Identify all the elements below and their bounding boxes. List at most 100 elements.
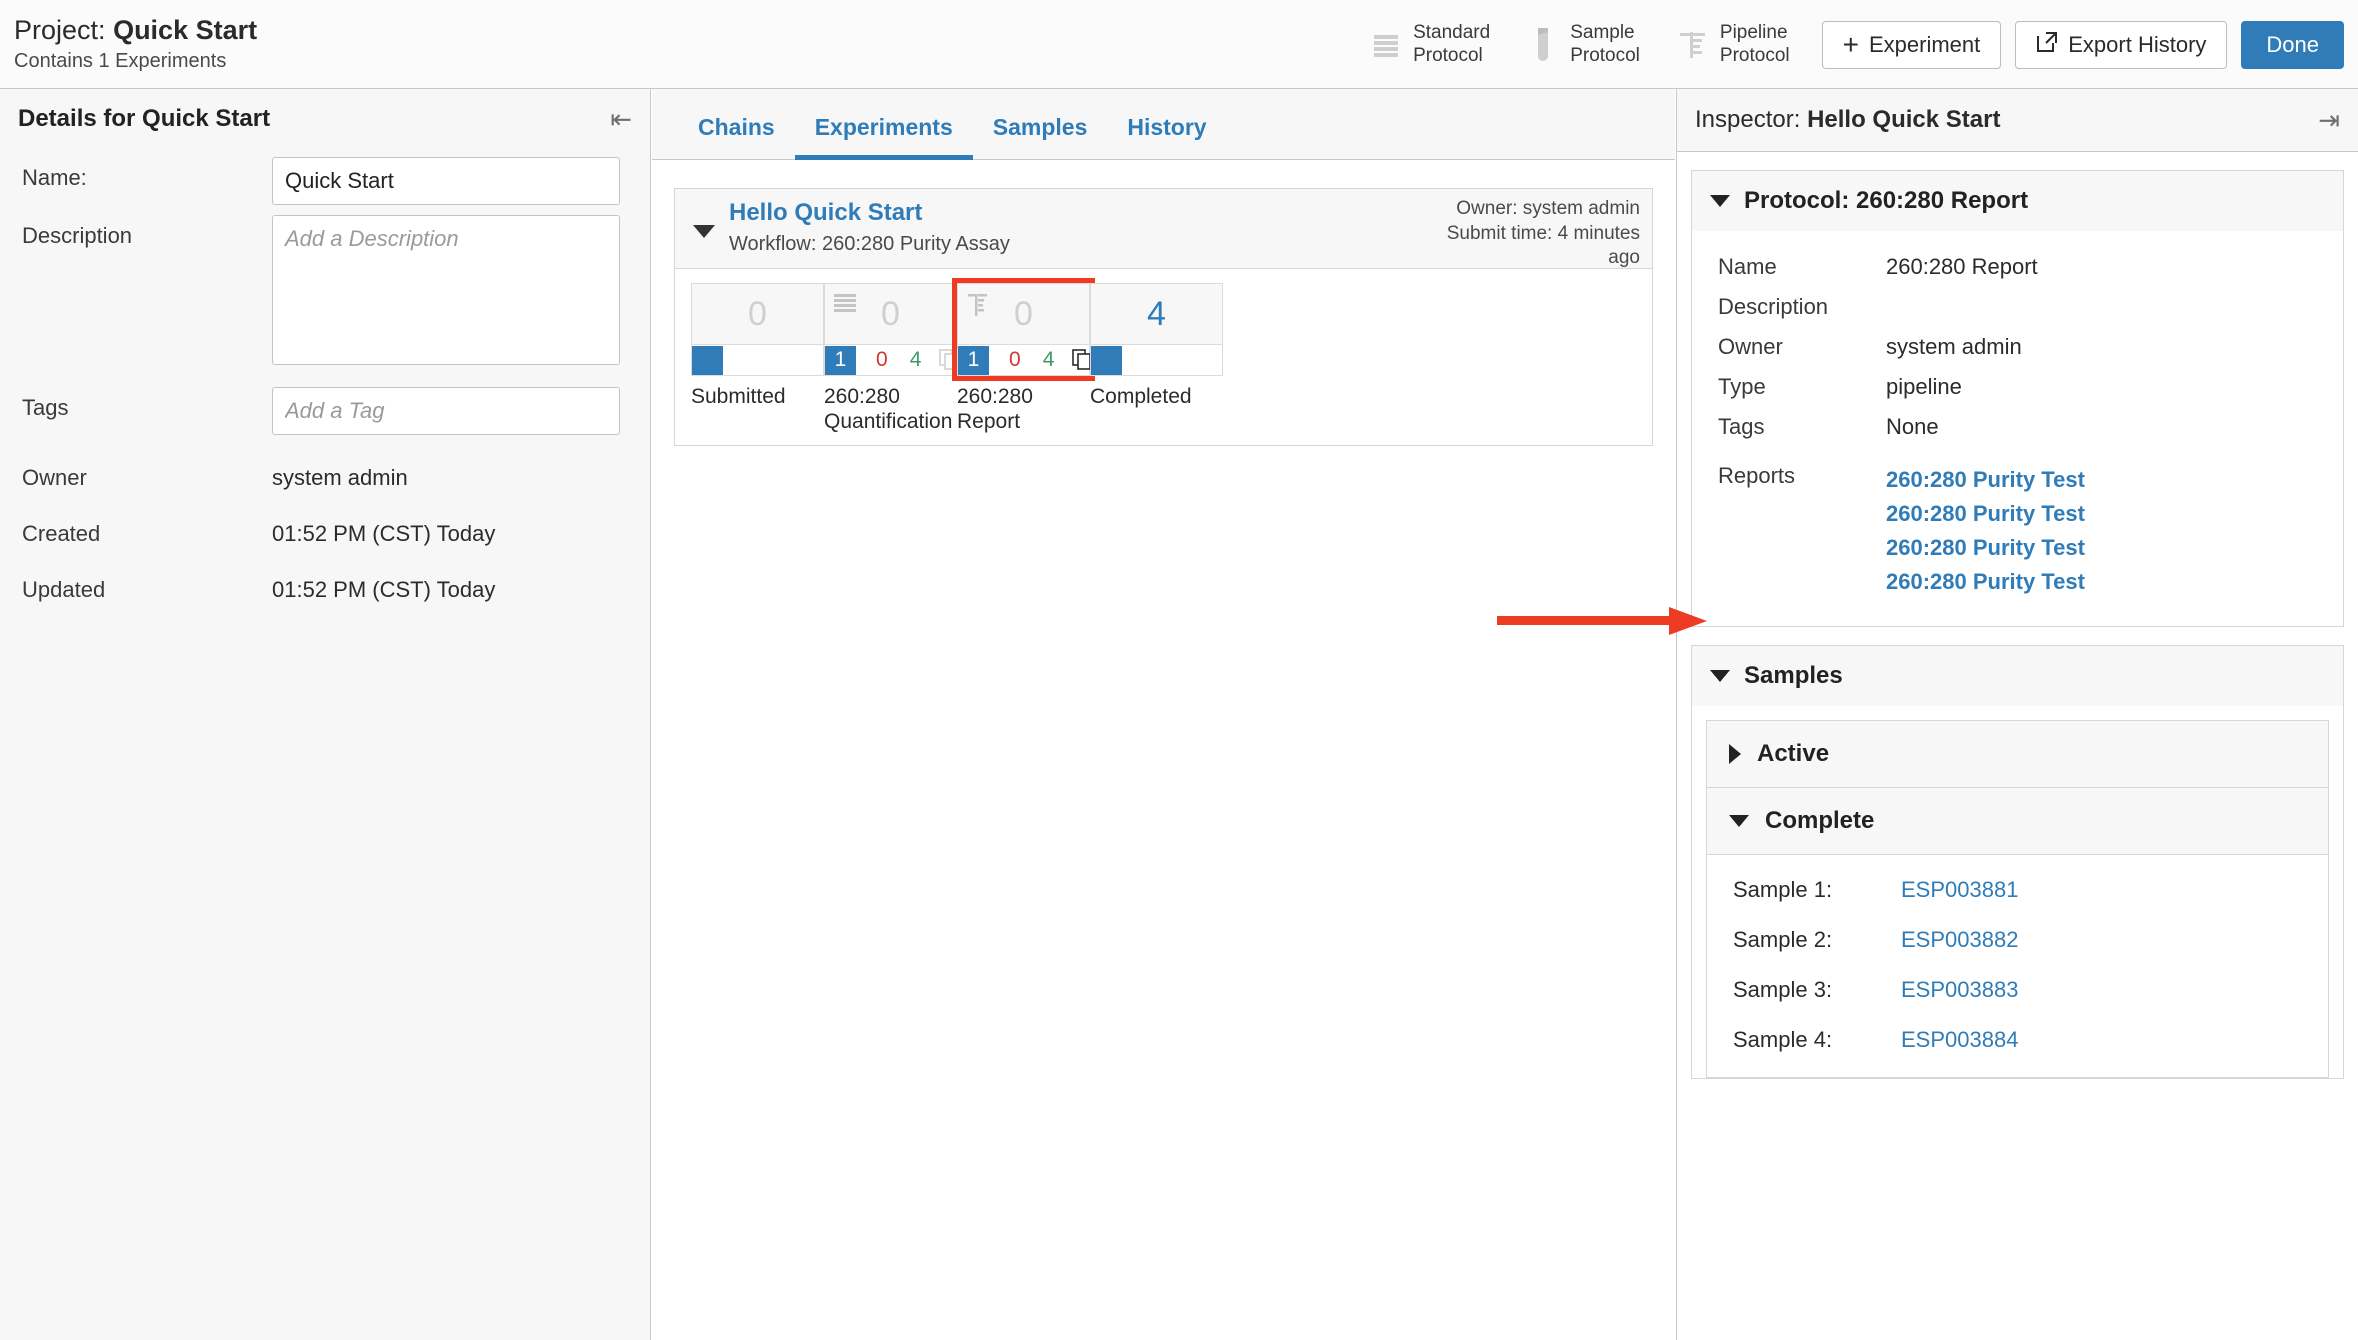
stage-quantification[interactable]: 0 1 0 4 260:280 Quantification <box>824 283 959 435</box>
experiment-workflow: Workflow: 260:280 Purity Assay <box>729 233 1010 255</box>
tags-label: Tags <box>22 395 69 420</box>
experiments-list: Hello Quick Start Workflow: 260:280 Puri… <box>652 160 1675 474</box>
stacked-lines-icon <box>833 292 859 323</box>
stage-report-count: 0 <box>1014 294 1033 333</box>
inspector-subject: Hello Quick Start <box>1807 106 2001 133</box>
inspector-header: Inspector: Hello Quick Start ⇥ <box>1677 89 2358 152</box>
updated-row: Updated 01:52 PM (CST) Today <box>0 569 650 603</box>
stage-report[interactable]: 0 1 0 4 260:280 Report <box>952 278 1095 435</box>
pipeline-protocol-button[interactable]: Pipeline Protocol <box>1658 22 1808 67</box>
protocol-reports-row: Reports 260:280 Purity Test 260:280 Puri… <box>1692 447 2343 606</box>
chevron-down-icon <box>1729 815 1749 828</box>
name-input[interactable] <box>272 157 620 205</box>
external-link-icon <box>2036 31 2058 59</box>
experiment-name-link[interactable]: Hello Quick Start <box>729 199 1010 227</box>
experiment-submit-time: Submit time: 4 minutes ago <box>1446 222 1640 269</box>
protocol-description-label: Description <box>1718 294 1829 319</box>
updated-value: 01:52 PM (CST) Today <box>272 577 496 602</box>
project-header: Project: Quick Start Contains 1 Experime… <box>0 15 257 73</box>
protocol-type-label: Type <box>1718 374 1766 399</box>
protocol-section-body: Name 260:280 Report Description Owner sy… <box>1692 231 2343 627</box>
protocol-owner-value: system admin <box>1886 334 2022 359</box>
chevron-right-icon <box>1729 744 1741 765</box>
stacked-lines-icon <box>1369 25 1403 65</box>
protocol-section-header[interactable]: Protocol: 260:280 Report <box>1692 171 2343 231</box>
list-item: Sample 1: ESP003881 <box>1707 865 2328 915</box>
collapse-right-panel-icon[interactable]: ⇥ <box>2318 107 2340 133</box>
sample-label: Sample 1: <box>1733 877 1833 903</box>
details-panel: Details for Quick Start ⇤ Name: Descript… <box>0 89 651 1340</box>
chevron-down-icon <box>1710 670 1730 683</box>
stage-submitted-label: Submitted <box>691 385 786 408</box>
stage-quantification-top: 0 <box>824 283 957 345</box>
samples-section: Samples Active Complete Sample 1: ESP003… <box>1691 645 2344 1080</box>
complete-group-header[interactable]: Complete <box>1707 788 2328 855</box>
stage-report-passed: 4 <box>1042 348 1055 371</box>
complete-samples-group: Complete Sample 1: ESP003881 Sample 2: E… <box>1706 788 2329 1079</box>
active-group-header[interactable]: Active <box>1707 721 2328 788</box>
tags-input[interactable] <box>272 387 620 435</box>
protocol-tags-value: None <box>1886 414 1939 439</box>
chevron-down-icon <box>1710 195 1730 207</box>
protocol-type-row: Type pipeline <box>1692 367 2343 407</box>
protocol-name-value: 260:280 Report <box>1886 254 2038 279</box>
app-root: Project: Quick Start Contains 1 Experime… <box>0 0 2358 1340</box>
add-experiment-label: Experiment <box>1868 31 1981 57</box>
standard-protocol-button[interactable]: Standard Protocol <box>1351 22 1508 67</box>
stage-completed-counts <box>1090 345 1223 376</box>
sample-protocol-button[interactable]: Sample Protocol <box>1508 22 1658 67</box>
description-field-row: Description <box>0 215 650 365</box>
add-experiment-button[interactable]: + Experiment <box>1821 20 2002 69</box>
project-subtitle: Contains 1 Experiments <box>14 50 227 73</box>
created-label: Created <box>22 521 101 546</box>
report-link[interactable]: 260:280 Purity Test <box>1886 463 2085 497</box>
sample-label: Sample 2: <box>1733 927 1833 953</box>
name-field-row: Name: <box>0 157 650 205</box>
plus-icon: + <box>1842 28 1859 60</box>
tab-history[interactable]: History <box>1107 114 1226 160</box>
tab-experiments[interactable]: Experiments <box>794 114 973 160</box>
list-item: Sample 4: ESP003884 <box>1707 1015 2328 1065</box>
stage-completed-progress <box>1091 345 1122 375</box>
stage-report-top: 0 <box>957 283 1090 345</box>
inspector-prefix: Inspector: <box>1695 106 1801 133</box>
updated-label: Updated <box>22 577 106 602</box>
sample-link[interactable]: ESP003883 <box>1901 977 2018 1003</box>
protocol-tags-row: Tags None <box>1692 407 2343 447</box>
report-link[interactable]: 260:280 Purity Test <box>1886 565 2085 599</box>
collapse-left-panel-icon[interactable]: ⇤ <box>610 106 632 132</box>
experiment-meta: Owner: system admin Submit time: 4 minut… <box>1435 197 1640 271</box>
expand-experiment-icon[interactable] <box>693 225 715 238</box>
report-link[interactable]: 260:280 Purity Test <box>1886 531 2085 565</box>
protocol-name-row: Name 260:280 Report <box>1692 247 2343 287</box>
stage-quantification-passed: 4 <box>909 348 922 371</box>
sample-link[interactable]: ESP003882 <box>1901 927 2018 953</box>
stage-completed[interactable]: 4 Completed <box>1090 283 1223 435</box>
owner-value: system admin <box>272 465 408 490</box>
sample-label: Sample 3: <box>1733 977 1833 1003</box>
stage-submitted[interactable]: 0 Submitted <box>691 283 824 435</box>
tab-chains[interactable]: Chains <box>678 114 795 160</box>
project-prefix: Project: <box>14 14 106 45</box>
samples-section-header[interactable]: Samples <box>1692 646 2343 707</box>
done-button[interactable]: Done <box>2241 20 2344 69</box>
description-textarea[interactable] <box>272 215 620 365</box>
experiment-card-titles: Hello Quick Start Workflow: 260:280 Puri… <box>729 199 1010 256</box>
protocol-section-title: Protocol: 260:280 Report <box>1744 187 2029 214</box>
created-row: Created 01:52 PM (CST) Today <box>0 513 650 547</box>
main-content: Chains Experiments Samples History Hello… <box>652 89 1675 1340</box>
report-link[interactable]: 260:280 Purity Test <box>1886 497 2085 531</box>
sample-link[interactable]: ESP003884 <box>1901 1027 2018 1053</box>
page-title: Project: Quick Start <box>14 15 257 46</box>
stage-report-errors: 0 <box>1009 348 1021 371</box>
protocol-owner-label: Owner <box>1718 334 1783 359</box>
stage-completed-label: Completed <box>1090 385 1192 408</box>
tab-samples[interactable]: Samples <box>973 114 1108 160</box>
export-history-button[interactable]: Export History <box>2015 20 2228 69</box>
reports-list: 260:280 Purity Test 260:280 Purity Test … <box>1886 463 2085 599</box>
top-bar: Project: Quick Start Contains 1 Experime… <box>0 0 2358 89</box>
pipeline-protocol-label: Pipeline Protocol <box>1719 22 1790 66</box>
test-tube-icon <box>1526 25 1560 65</box>
sample-protocol-label: Sample Protocol <box>1570 22 1640 66</box>
sample-link[interactable]: ESP003881 <box>1901 877 2018 903</box>
